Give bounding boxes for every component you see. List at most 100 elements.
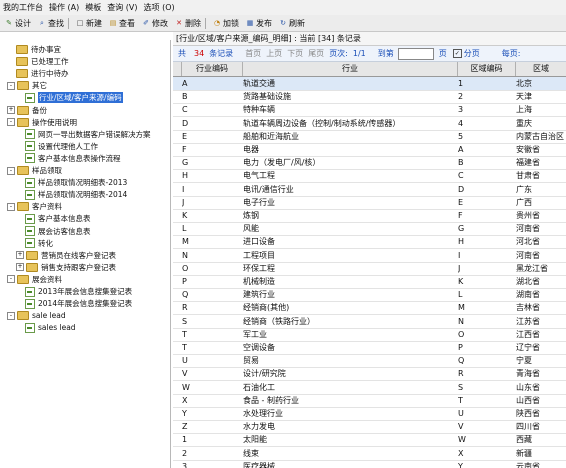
folder-icon [26,262,38,272]
region-cell: 新疆 [516,448,532,458]
goto-page-input[interactable] [397,47,434,60]
tree-item[interactable]: 客户基本信息表操作流程 [25,153,121,164]
table-row[interactable]: Y 水处理行业 U 陕西省 [173,407,566,421]
table-row[interactable]: D 轨道车辆周边设备（控制/制动系统/传感器） 4 重庆 [173,117,566,131]
publish-button[interactable]: ▦ 发布 [244,17,274,30]
table-row[interactable]: J 电子行业 E 广西 [173,196,566,210]
refresh-button[interactable]: ↻ 刷新 [277,17,307,30]
new-button[interactable]: □ 新建 [74,17,104,30]
table-row[interactable]: 3 医疗器械 Y 云南省 [173,460,566,468]
tree-item[interactable]: 已处理工作 [16,56,69,67]
tree-item[interactable]: sales lead [25,322,76,333]
edit-button[interactable]: ✐ 修改 [140,17,170,30]
table-row[interactable]: C 特种车辆 3 上海 [173,103,566,118]
collapse-icon[interactable]: - [7,311,15,320]
design-button[interactable]: ✎ 设计 [3,17,33,30]
table-row[interactable]: T 空调设备 P 辽宁省 [173,341,566,355]
table-row[interactable]: L 风能 G 河南省 [173,222,566,237]
tree-item[interactable]: 客户基本信息表 [25,213,91,224]
search-button[interactable]: ⌕ 查找 [36,17,66,30]
table-row[interactable]: U 贸易 Q 宁夏 [173,354,566,369]
table-row[interactable]: T 军工业 O 江西省 [173,328,566,342]
table-row[interactable]: S 经销商（铁路行业） N 江苏省 [173,315,566,329]
collapse-icon[interactable]: - [7,81,15,90]
table-row[interactable]: X 食品 - 制药行业 T 山西省 [173,394,566,408]
lock-button[interactable]: ◔ 加锁 [211,17,241,30]
menu-item[interactable]: 选项 (O) [141,2,178,13]
tree-item[interactable]: - 客户资料 [7,201,62,212]
page-value: 1/1 [352,49,366,58]
toolbar-separator [205,17,206,29]
col-header-industry-code[interactable]: 行业编码 [182,62,243,76]
tree-item[interactable]: - 展会资料 [7,274,62,285]
row-marker [173,209,181,222]
menu-item[interactable]: 查询 (V) [104,2,140,13]
table-row[interactable]: E 船舶和近海航业 5 内蒙古自治区 [173,130,566,144]
last-page-link[interactable]: 尾页 [308,48,324,59]
tree-item[interactable]: - 样品领取 [7,165,62,176]
tree-item[interactable]: - 其它 [7,80,47,91]
tree-item[interactable]: 待办事宜 [16,44,61,55]
expand-icon[interactable]: + [16,251,24,260]
table-row[interactable]: O 环保工程 J 黑龙江省 [173,262,566,276]
tree-item[interactable]: - 操作使用说明 [7,117,77,128]
tree-item[interactable]: 网页一导出数据客户错误解决方案 [25,129,151,140]
delete-button[interactable]: ✕ 删除 [173,17,203,30]
table-row[interactable]: G 电力（发电厂/风/核） B 福建省 [173,156,566,171]
table-row[interactable]: B 货路基础设施 2 天津 [173,90,566,105]
collapse-icon[interactable]: - [7,202,15,211]
tree-item[interactable]: 行业/区域/客户来源/编码 [25,92,123,104]
tree-item[interactable]: + 销售支持跟客户登记表 [16,262,116,273]
table-row[interactable]: N 工程项目 I 河南省 [173,249,566,263]
region-code-cell: U [458,409,464,418]
tree-item[interactable]: 转化 [25,238,53,249]
table-row[interactable]: 2 线束 X 新疆 [173,447,566,461]
industry-code-cell: V [182,369,188,379]
table-row[interactable]: K 炼钢 F 贵州省 [173,209,566,223]
collapse-icon[interactable]: - [7,166,15,175]
navigation-tree: 待办事宜 已处理工作 进行中待办 - 其它 行业/区域/客户来源/编码 + 备份 - 操作使用说明… [0,40,171,468]
paging-checkbox[interactable]: ✓ [452,49,462,58]
tree-item[interactable]: 设置代理他人工作 [25,141,98,152]
region-cell: 河南省 [516,224,540,234]
first-page-link[interactable]: 首页 [245,48,261,59]
table-row[interactable]: H 电气工程 C 甘肃省 [173,169,566,184]
row-marker [173,433,181,446]
table-row[interactable]: F 电器 A 安徽省 [173,143,566,157]
col-header-region-code[interactable]: 区域编码 [458,62,516,76]
table-row[interactable]: R 经销商(其他) M 吉林省 [173,301,566,316]
prev-page-link[interactable]: 上页 [266,48,282,59]
tree-item[interactable]: 展会访客信息表 [25,226,91,237]
tree-item[interactable]: 2013年展会信息搜集登记表 [25,286,132,297]
table-row[interactable]: W 石油化工 S 山东省 [173,381,566,395]
expand-icon[interactable]: + [7,106,15,114]
document-icon [25,177,35,188]
tree-item[interactable]: + 营销员在线客户登记表 [16,250,116,261]
region-cell: 天津 [516,92,532,102]
col-header-industry[interactable]: 行业 [243,62,458,76]
tree-item[interactable]: 进行中待办 [16,68,69,79]
table-row[interactable]: V 设计/研究院 R 青海省 [173,367,566,382]
table-row[interactable]: M 进口设备 H 河北省 [173,235,566,250]
menu-item[interactable]: 我的工作台 [0,2,46,13]
menu-item[interactable]: 模板 [82,2,104,13]
next-page-link[interactable]: 下页 [287,48,303,59]
table-row[interactable]: Q 建筑行业 L 湖南省 [173,288,566,303]
tree-item[interactable]: - sale lead [7,310,66,321]
table-row[interactable]: 1 太阳能 W 西藏 [173,433,566,448]
row-marker [173,288,181,301]
menu-item[interactable]: 操作 (A) [46,2,82,13]
collapse-icon[interactable]: - [7,275,15,284]
table-row[interactable]: Z 水力发电 V 四川省 [173,420,566,435]
table-row[interactable]: P 机械制造 K 湖北省 [173,275,566,289]
expand-icon[interactable]: + [16,263,24,272]
view-button[interactable]: ▤ 查看 [107,17,137,30]
tree-item[interactable]: + 备份 [7,105,47,116]
table-row[interactable]: I 电讯/通信行业 D 广东 [173,183,566,197]
tree-item[interactable]: 样品领取情况明细表-2014 [25,189,127,200]
tree-item[interactable]: 样品领取情况明细表-2013 [25,177,127,188]
tree-item[interactable]: 2014年展会信息搜集登记表 [25,298,132,309]
col-header-region[interactable]: 区域 [516,62,566,76]
table-row[interactable]: A 轨道交通 1 北京 [173,77,566,91]
collapse-icon[interactable]: - [7,118,15,127]
